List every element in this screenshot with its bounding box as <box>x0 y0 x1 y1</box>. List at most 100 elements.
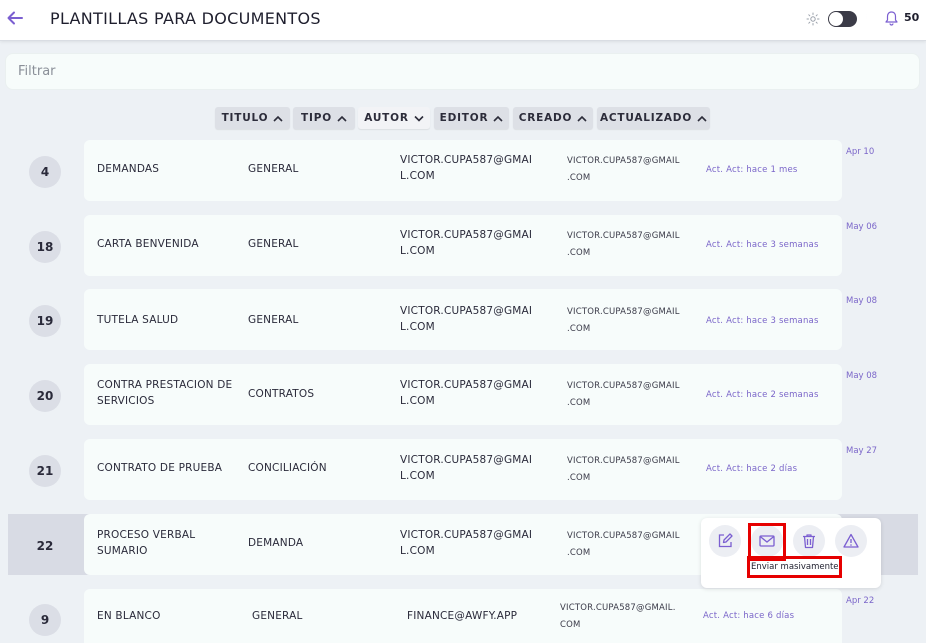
moon-icon <box>866 13 875 23</box>
row-editor-cont: .COM <box>567 173 591 183</box>
template-row[interactable]: EN BLANCO GENERAL FINANCE@AWFY.APP VICTO… <box>84 589 842 643</box>
sort-label: EDITOR <box>439 112 489 124</box>
row-type: GENERAL <box>248 163 299 175</box>
row-editor-cont: .COM <box>567 324 591 334</box>
template-row[interactable]: DEMANDAS GENERAL VICTOR.CUPA587@GMAI L.C… <box>84 140 842 201</box>
row-created-date: May 27 <box>846 446 878 456</box>
row-author-cont: L.COM <box>400 245 435 257</box>
row-author: VICTOR.CUPA587@GMAI <box>400 529 533 541</box>
row-created-date: Apr 22 <box>846 596 875 606</box>
sort-tipo[interactable]: TIPO <box>293 107 355 129</box>
row-editor: VICTOR.CUPA587@GMAIL <box>567 456 680 466</box>
chevron-up-icon <box>697 115 707 122</box>
bell-icon[interactable] <box>884 10 899 26</box>
row-updated: Act. Act: hace 3 semanas <box>706 240 819 250</box>
row-author: VICTOR.CUPA587@GMAI <box>400 379 533 391</box>
template-row[interactable]: CONTRATO DE PRUEBA CONCILIACIÓN VICTOR.C… <box>84 439 842 500</box>
row-editor: VICTOR.CUPA587@GMAIL. <box>560 603 676 613</box>
sort-autor[interactable]: AUTOR <box>358 107 430 129</box>
row-editor-cont: .COM <box>567 398 591 408</box>
row-type: CONCILIACIÓN <box>248 462 327 474</box>
row-editor: VICTOR.CUPA587@GMAIL <box>567 307 680 317</box>
row-updated: Act. Act: hace 2 días <box>706 464 798 474</box>
chevron-up-icon <box>577 115 587 122</box>
row-number: 22 <box>36 539 54 553</box>
row-editor: VICTOR.CUPA587@GMAIL <box>567 381 680 391</box>
row-updated: Act. Act: hace 3 semanas <box>706 316 819 326</box>
row-type: GENERAL <box>248 238 299 250</box>
row-author-cont: L.COM <box>400 170 435 182</box>
sort-label: CREADO <box>518 112 573 124</box>
row-author-cont: L.COM <box>400 470 435 482</box>
toggle-knob <box>829 12 843 26</box>
row-number: 21 <box>29 455 61 487</box>
row-number: 4 <box>29 156 61 188</box>
sort-label: AUTOR <box>364 112 409 124</box>
row-number: 18 <box>29 231 61 263</box>
row-author-cont: L.COM <box>400 321 435 333</box>
row-author-cont: L.COM <box>400 545 435 557</box>
row-updated: Act. Act: hace 1 mes <box>706 165 798 175</box>
sort-titulo[interactable]: TITULO <box>215 107 290 129</box>
row-title: CONTRA PRESTACION DE <box>97 379 233 391</box>
back-arrow-icon[interactable] <box>6 9 24 27</box>
row-author: VICTOR.CUPA587@GMAI <box>400 154 533 166</box>
row-title: TUTELA SALUD <box>97 314 179 326</box>
sun-icon <box>806 12 820 26</box>
row-title-cont: SERVICIOS <box>97 395 155 407</box>
warning-icon <box>843 533 859 548</box>
row-number: 9 <box>29 604 61 636</box>
row-created-date: Apr 10 <box>846 147 875 157</box>
row-type: GENERAL <box>248 314 299 326</box>
row-updated: Act. Act: hace 2 semanas <box>706 390 819 400</box>
sort-label: TITULO <box>221 112 269 124</box>
row-type: GENERAL <box>252 610 303 622</box>
row-title: CARTA BENVENIDA <box>97 238 199 250</box>
app-header: PLANTILLAS PARA DOCUMENTOS 50 <box>0 0 926 41</box>
row-created-date: May 08 <box>846 371 878 381</box>
row-title: PROCESO VERBAL <box>97 529 196 541</box>
template-row[interactable]: CARTA BENVENIDA GENERAL VICTOR.CUPA587@G… <box>84 215 842 276</box>
row-author: VICTOR.CUPA587@GMAI <box>400 229 533 241</box>
row-updated: Act. Act: hace 6 días <box>703 611 795 621</box>
theme-toggle[interactable] <box>828 11 857 27</box>
row-author: VICTOR.CUPA587@GMAI <box>400 305 533 317</box>
row-author: VICTOR.CUPA587@GMAI <box>400 454 533 466</box>
template-row[interactable]: CONTRA PRESTACION DE SERVICIOS CONTRATOS… <box>84 364 842 425</box>
row-number: 19 <box>29 305 61 337</box>
trash-icon <box>803 534 815 549</box>
sort-editor[interactable]: EDITOR <box>434 107 509 129</box>
row-author-cont: L.COM <box>400 395 435 407</box>
notification-count: 50 <box>904 11 920 24</box>
sort-label: TIPO <box>301 112 332 124</box>
report-button[interactable] <box>835 525 867 557</box>
sort-label: ACTUALIZADO <box>599 112 693 124</box>
delete-button[interactable] <box>793 525 825 557</box>
row-number: 20 <box>29 380 61 412</box>
row-created-date: May 06 <box>846 222 878 232</box>
sort-actualizado[interactable]: ACTUALIZADO <box>597 107 710 129</box>
edit-button[interactable] <box>709 525 741 557</box>
row-editor-cont: COM <box>560 620 581 630</box>
row-editor-cont: .COM <box>567 473 591 483</box>
row-editor: VICTOR.CUPA587@GMAIL <box>567 156 680 166</box>
edit-icon <box>718 533 733 548</box>
send-bulk-tooltip: Enviar masivamente <box>751 562 839 572</box>
chevron-down-icon <box>414 115 424 122</box>
template-row[interactable]: TUTELA SALUD GENERAL VICTOR.CUPA587@GMAI… <box>84 289 842 350</box>
row-title-cont: SUMARIO <box>97 545 148 557</box>
row-type: CONTRATOS <box>248 388 315 400</box>
filter-input[interactable] <box>6 54 919 89</box>
row-title: CONTRATO DE PRUEBA <box>97 462 223 474</box>
row-editor-cont: .COM <box>567 548 591 558</box>
row-type: DEMANDA <box>248 537 304 549</box>
row-editor: VICTOR.CUPA587@GMAIL <box>567 531 680 541</box>
page-title: PLANTILLAS PARA DOCUMENTOS <box>50 9 321 28</box>
chevron-up-icon <box>337 115 347 122</box>
chevron-up-icon <box>273 115 283 122</box>
row-author: FINANCE@AWFY.APP <box>407 610 518 622</box>
row-editor-cont: .COM <box>567 248 591 258</box>
sort-creado[interactable]: CREADO <box>513 107 593 129</box>
filter-container <box>5 53 920 90</box>
row-title: EN BLANCO <box>97 610 161 622</box>
